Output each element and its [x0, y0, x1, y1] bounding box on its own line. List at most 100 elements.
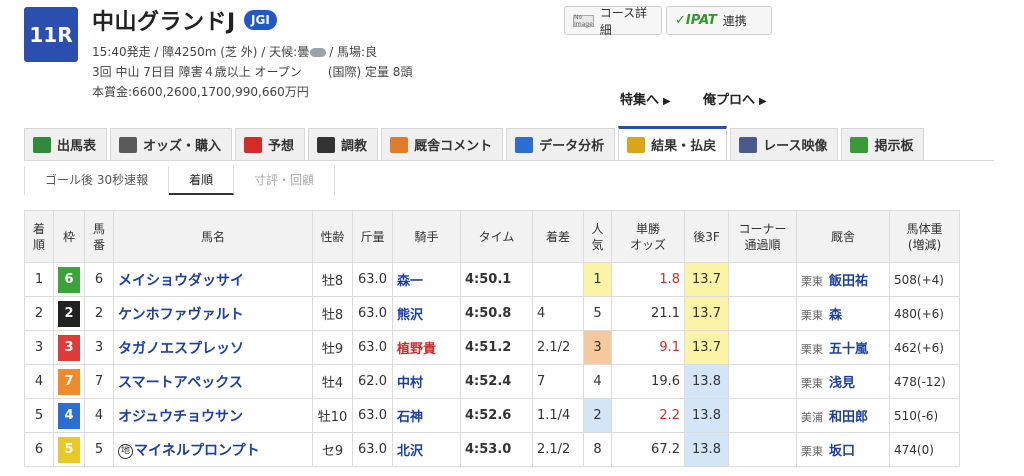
cell-number: 2 — [84, 296, 114, 331]
tab-chat[interactable]: 掲示板 — [841, 128, 925, 160]
cell-horse: メイショウダッサイ — [113, 262, 313, 297]
ipat-link-button[interactable]: ✓IPAT 連携 — [666, 6, 772, 35]
table-row: 1 6 6 メイショウダッサイ 牡8 63.0 森一 4:50.1 1 1.8 13.7 栗東 飯田祐 5… — [24, 262, 960, 297]
cell-popularity: 4 — [583, 364, 612, 399]
local-horse-mark: 地 — [118, 443, 133, 459]
cell-odds: 9.1 — [611, 330, 685, 365]
cell-body-weight: 474(0) — [889, 432, 960, 467]
tab-target[interactable]: 予想 — [235, 128, 306, 160]
triangle-right-icon: ▶ — [759, 96, 767, 107]
cell-body-weight: 510(-6) — [889, 398, 960, 433]
table-header-row: 着順 枠 馬番 馬名 性齢 斤量 騎手 タイム 着差 人気 単勝 オッズ 後3F … — [24, 210, 960, 263]
trainer-link[interactable]: 浅見 — [829, 376, 855, 391]
cell-waku: 3 — [53, 330, 85, 365]
trainer-link[interactable]: 和田郎 — [829, 410, 868, 425]
cell-body-weight: 508(+4) — [889, 262, 960, 297]
course-detail-button[interactable]: No Image コース詳細 — [564, 6, 662, 37]
header-trainer: 厩舎 — [796, 210, 890, 263]
race-info: 15:40発走 / 障4250m (芝 外) / 天候:曇 / 馬場:良 3回 中… — [92, 42, 412, 102]
cell-sex-age: 牡10 — [312, 398, 353, 433]
tab-label: データ分析 — [539, 139, 605, 154]
cell-jockey: 植野貴 — [392, 330, 461, 365]
pro-link[interactable]: 俺プロへ ▶ — [703, 89, 767, 108]
trainer-location: 栗東 — [801, 445, 823, 458]
cell-horse: オジュウチョウサン — [113, 398, 313, 433]
video-icon — [739, 136, 758, 153]
table-row: 2 2 2 ケンホファヴァルト 牡8 63.0 熊沢 4:50.8 4 5 21.1 13.7 栗東森 4… — [24, 296, 960, 331]
cell-last3f: 13.7 — [684, 262, 729, 297]
subtab-1[interactable]: 着順 — [169, 166, 235, 195]
tab-entry-table[interactable]: 出馬表 — [24, 128, 108, 160]
trainer-link[interactable]: 森 — [829, 308, 842, 323]
cell-body-weight: 462(+6) — [889, 330, 960, 365]
cell-odds: 1.8 — [611, 262, 685, 297]
cell-number: 7 — [84, 364, 114, 399]
tab-odds[interactable]: オッズ・購入 — [110, 128, 233, 160]
cell-popularity: 5 — [583, 296, 612, 331]
subtab-0[interactable]: ゴール後 30秒速報 — [24, 166, 170, 195]
cell-margin: 4 — [532, 296, 584, 331]
cell-last3f: 13.8 — [684, 432, 729, 467]
cell-margin: 2.1/2 — [532, 432, 584, 467]
cell-time: 4:50.8 — [460, 296, 533, 331]
cell-odds: 21.1 — [611, 296, 685, 331]
trainer-location: 栗東 — [801, 275, 823, 288]
horse-name-link[interactable]: ケンホファヴァルト — [118, 307, 244, 323]
cell-last3f: 13.8 — [684, 398, 729, 433]
trainer-link[interactable]: 坂口 — [829, 444, 855, 459]
jockey-link[interactable]: 北沢 — [397, 444, 423, 459]
tab-label: 予想 — [268, 139, 295, 154]
chat-icon — [850, 136, 869, 153]
cell-sex-age: 牡8 — [312, 296, 353, 331]
jockey-link[interactable]: 森一 — [397, 274, 423, 289]
tab-stable[interactable]: 厩舎コメント — [381, 128, 504, 160]
header-margin: 着差 — [532, 210, 584, 263]
cell-body-weight: 480(+6) — [889, 296, 960, 331]
trainer-link[interactable]: 五十嵐 — [829, 342, 868, 357]
jockey-link[interactable]: 植野貴 — [397, 342, 436, 357]
header-weight: 斤量 — [352, 210, 393, 263]
waku-badge: 3 — [58, 334, 80, 361]
bar-chart-icon — [515, 136, 534, 153]
header-rank: 着順 — [24, 210, 54, 263]
tab-label: レース映像 — [763, 139, 828, 154]
jockey-link[interactable]: 石神 — [397, 410, 423, 425]
horse-name-link[interactable]: オジュウチョウサン — [118, 409, 243, 425]
cell-rank: 1 — [24, 262, 54, 297]
cell-last3f: 13.7 — [684, 296, 729, 331]
table-row: 3 3 3 タガノエスプレッソ 牡9 63.0 植野貴 4:51.2 2.1/2 3 9.1 13.7… — [24, 330, 960, 365]
cell-margin: 1.1/4 — [532, 398, 584, 433]
tab-label: 調教 — [341, 139, 368, 154]
triangle-right-icon: ▶ — [663, 96, 671, 107]
cell-odds: 67.2 — [611, 432, 685, 467]
trainer-location: 栗東 — [801, 377, 823, 390]
header-corner: コーナー 通過順 — [728, 210, 797, 263]
trainer-link[interactable]: 飯田祐 — [829, 274, 868, 289]
trainer-location: 栗東 — [801, 343, 823, 356]
coins-icon — [627, 136, 646, 153]
tab-video[interactable]: レース映像 — [730, 128, 839, 160]
jockey-link[interactable]: 中村 — [397, 376, 423, 391]
cell-popularity: 8 — [583, 432, 612, 467]
horse-name-link[interactable]: スマートアペックス — [118, 375, 243, 391]
horse-name-link[interactable]: マイネルプロンプト — [134, 443, 260, 459]
tab-stopwatch[interactable]: 調教 — [308, 128, 379, 160]
header-number: 馬番 — [84, 210, 114, 263]
cell-weight: 62.0 — [352, 364, 393, 399]
waku-badge: 5 — [58, 436, 80, 463]
cell-odds: 2.2 — [611, 398, 685, 433]
horse-name-link[interactable]: メイショウダッサイ — [118, 273, 244, 289]
jockey-link[interactable]: 熊沢 — [397, 308, 423, 323]
cell-jockey: 森一 — [392, 262, 461, 297]
header-last3f: 後3F — [684, 210, 729, 263]
cell-waku: 7 — [53, 364, 85, 399]
feature-link[interactable]: 特集へ ▶ — [620, 89, 671, 108]
tab-coins[interactable]: 結果・払戻 — [618, 126, 728, 160]
cell-odds: 19.6 — [611, 364, 685, 399]
subtab-2: 寸評・回顧 — [234, 166, 336, 195]
horse-name-link[interactable]: タガノエスプレッソ — [118, 341, 244, 357]
race-conditions: (国際) 定量 8頭 — [327, 65, 413, 79]
waku-badge: 2 — [58, 300, 80, 327]
cell-trainer: 栗東 飯田祐 — [796, 262, 890, 297]
tab-bar-chart[interactable]: データ分析 — [506, 128, 616, 160]
